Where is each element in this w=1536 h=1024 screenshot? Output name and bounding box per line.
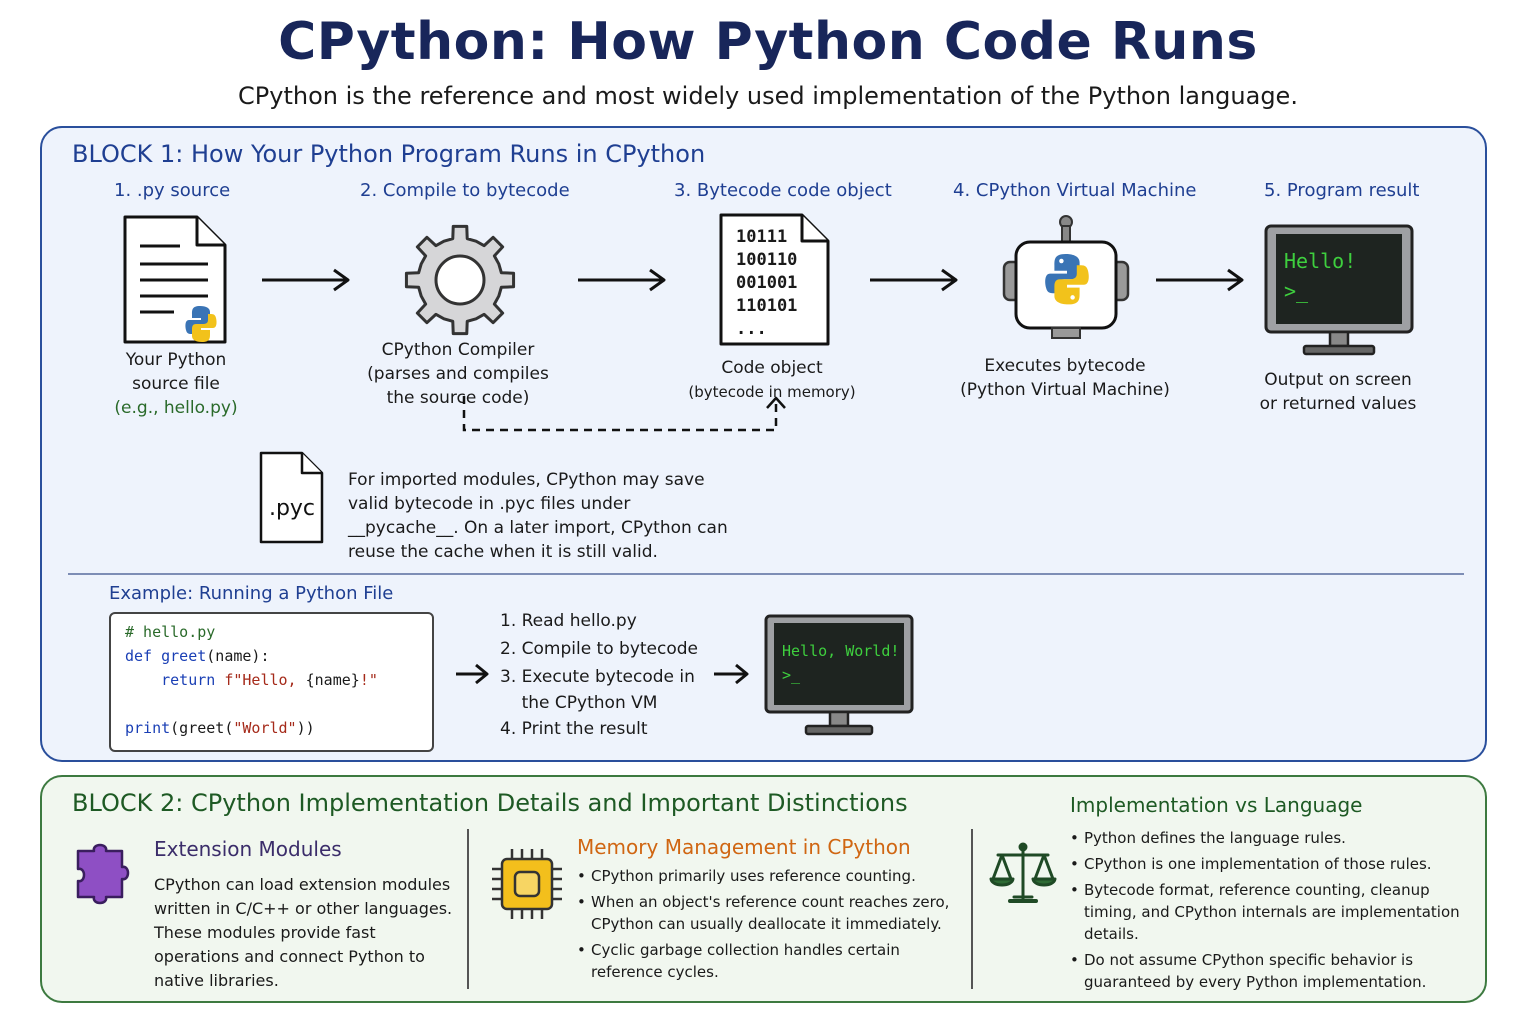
example-step: 4. Print the result [500,719,648,739]
memory-bullets: CPython primarily uses reference countin… [577,865,962,987]
step-5-caption: Output on screen or returned values [1259,370,1417,414]
bytecode-digits: 10111 100110 001001 110101 ... [736,227,798,339]
step-1-caption: Your Python source file (e.g., hello.py) [114,350,238,418]
impl-bullet: Bytecode format, reference counting, cle… [1070,879,1470,945]
impl-bullet: CPython is one implementation of those r… [1070,853,1470,875]
arrow-2-to-3 [578,268,666,292]
robot-icon [1002,215,1130,339]
memory-bullet: CPython primarily uses reference countin… [577,865,962,887]
block-1-panel: BLOCK 1: How Your Python Program Runs in… [40,126,1487,762]
column-divider [971,829,973,989]
memory-bullet: When an object's reference count reaches… [577,891,962,935]
pyc-file-icon: .pyc [259,451,324,544]
example-step: 3. Execute bytecode in [500,667,695,687]
example-arrow-1 [456,663,489,685]
extension-modules-title: Extension Modules [154,837,342,861]
page-title: CPython: How Python Code Runs [278,12,1258,72]
chip-icon [492,849,562,919]
pyc-label: .pyc [269,496,315,521]
example-title: Example: Running a Python File [109,583,394,604]
step-4-title: 4. CPython Virtual Machine [953,180,1197,201]
code-box: # hello.py def greet(name): return f"Hel… [109,612,434,752]
gear-icon [404,224,516,336]
example-terminal-line-2: >_ [782,666,801,684]
block-2-panel: BLOCK 2: CPython Implementation Details … [40,775,1487,1003]
pyc-description: For imported modules, CPython may save v… [348,470,728,562]
arrow-4-to-5 [1156,268,1244,292]
example-step: 2. Compile to bytecode [500,639,698,659]
example-step: the CPython VM [500,693,658,713]
impl-bullet: Do not assume CPython specific behavior … [1070,949,1470,993]
scales-icon [989,842,1057,903]
example-step: 1. Read hello.py [500,611,637,631]
document-icon [123,215,227,344]
arrow-1-to-2 [262,268,350,292]
step-5-title: 5. Program result [1264,180,1420,201]
memory-management-title: Memory Management in CPython [577,835,911,859]
example-monitor-icon: Hello, World! >_ [764,614,914,736]
block-1-divider [68,573,1464,575]
extension-modules-body: CPython can load extension modules writt… [154,875,453,990]
example-terminal-line-1: Hello, World! [782,642,899,660]
result-terminal-line-2: >_ [1284,279,1309,303]
result-terminal-line-1: Hello! [1284,249,1356,273]
step-2-title: 2. Compile to bytecode [360,180,570,201]
impl-bullet: Python defines the language rules. [1070,827,1470,849]
arrow-3-to-4 [870,268,958,292]
puzzle-icon [76,843,130,905]
block-1-title: BLOCK 1: How Your Python Program Runs in… [72,140,706,168]
example-steps: 1. Read hello.py 2. Compile to bytecode … [500,608,698,742]
dashed-arrow-compiler-to-code-object [462,396,786,432]
page-subtitle: CPython is the reference and most widely… [238,82,1298,110]
step-4-caption: Executes bytecode (Python Virtual Machin… [960,356,1170,400]
column-divider [467,829,469,989]
block-2-title: BLOCK 2: CPython Implementation Details … [72,789,908,817]
monitor-icon: Hello! >_ [1264,224,1414,356]
impl-vs-language-title: Implementation vs Language [1070,793,1363,817]
impl-bullets: Python defines the language rules. CPyth… [1070,827,1470,997]
step-3-title: 3. Bytecode code object [674,180,892,201]
example-arrow-2 [714,663,749,685]
memory-bullet: Cyclic garbage collection handles certai… [577,939,962,983]
step-1-title: 1. .py source [114,180,231,201]
